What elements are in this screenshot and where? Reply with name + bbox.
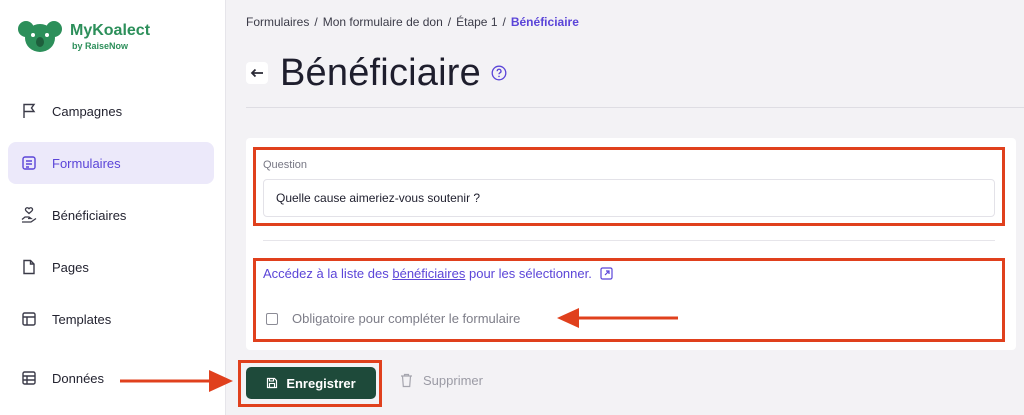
breadcrumb-separator: / (447, 15, 452, 29)
page-header: Bénéficiaire (246, 50, 507, 96)
table-icon (20, 369, 38, 387)
app-subtitle: by RaiseNow (72, 41, 129, 51)
breadcrumb: Formulaires / Mon formulaire de don / Ét… (246, 15, 579, 29)
sidebar-item-pages[interactable]: Pages (8, 246, 214, 288)
form-icon (20, 154, 38, 172)
trash-icon (401, 373, 412, 388)
sidebar-item-label: Templates (52, 311, 112, 327)
help-icon[interactable] (491, 65, 507, 81)
page-icon (20, 258, 38, 276)
sidebar-item-label: Pages (52, 259, 89, 275)
annotation-highlight-save (238, 360, 382, 407)
page-title: Bénéficiaire (280, 52, 481, 94)
annotation-highlight-question (253, 147, 1005, 226)
template-icon (20, 310, 38, 328)
app-logo[interactable]: MyKoalect by RaiseNow (18, 20, 150, 54)
sidebar-item-label: Bénéficiaires (52, 207, 127, 223)
header-divider (246, 107, 1024, 108)
sidebar-item-label: Formulaires (52, 155, 121, 171)
breadcrumb-item-formulaires[interactable]: Formulaires (246, 15, 309, 29)
breadcrumb-item-form[interactable]: Mon formulaire de don (323, 15, 443, 29)
sidebar: MyKoalect by RaiseNow Campagnes Formulai… (0, 0, 226, 415)
sidebar-item-formulaires[interactable]: Formulaires (8, 142, 214, 184)
app-name: MyKoalect (70, 22, 151, 39)
flag-icon (20, 102, 38, 120)
breadcrumb-current: Bénéficiaire (510, 15, 579, 29)
delete-button-label: Supprimer (423, 373, 483, 388)
arrow-left-icon (250, 68, 263, 78)
breadcrumb-separator: / (314, 15, 318, 29)
card-divider (263, 240, 995, 241)
sidebar-item-label: Campagnes (52, 103, 123, 119)
sidebar-item-label: Données (52, 370, 105, 386)
koala-logo-icon (18, 21, 62, 52)
hand-heart-icon (20, 206, 38, 224)
breadcrumb-item-step[interactable]: Étape 1 (456, 15, 497, 29)
delete-button[interactable]: Supprimer (400, 373, 483, 388)
annotation-arrow-left-icon (557, 308, 678, 328)
breadcrumb-separator: / (502, 15, 506, 29)
sidebar-item-templates[interactable]: Templates (8, 298, 214, 340)
sidebar-item-beneficiaires[interactable]: Bénéficiaires (8, 194, 214, 236)
back-button[interactable] (246, 62, 268, 84)
sidebar-item-campagnes[interactable]: Campagnes (8, 90, 214, 132)
annotation-arrow-right-icon (120, 370, 233, 392)
